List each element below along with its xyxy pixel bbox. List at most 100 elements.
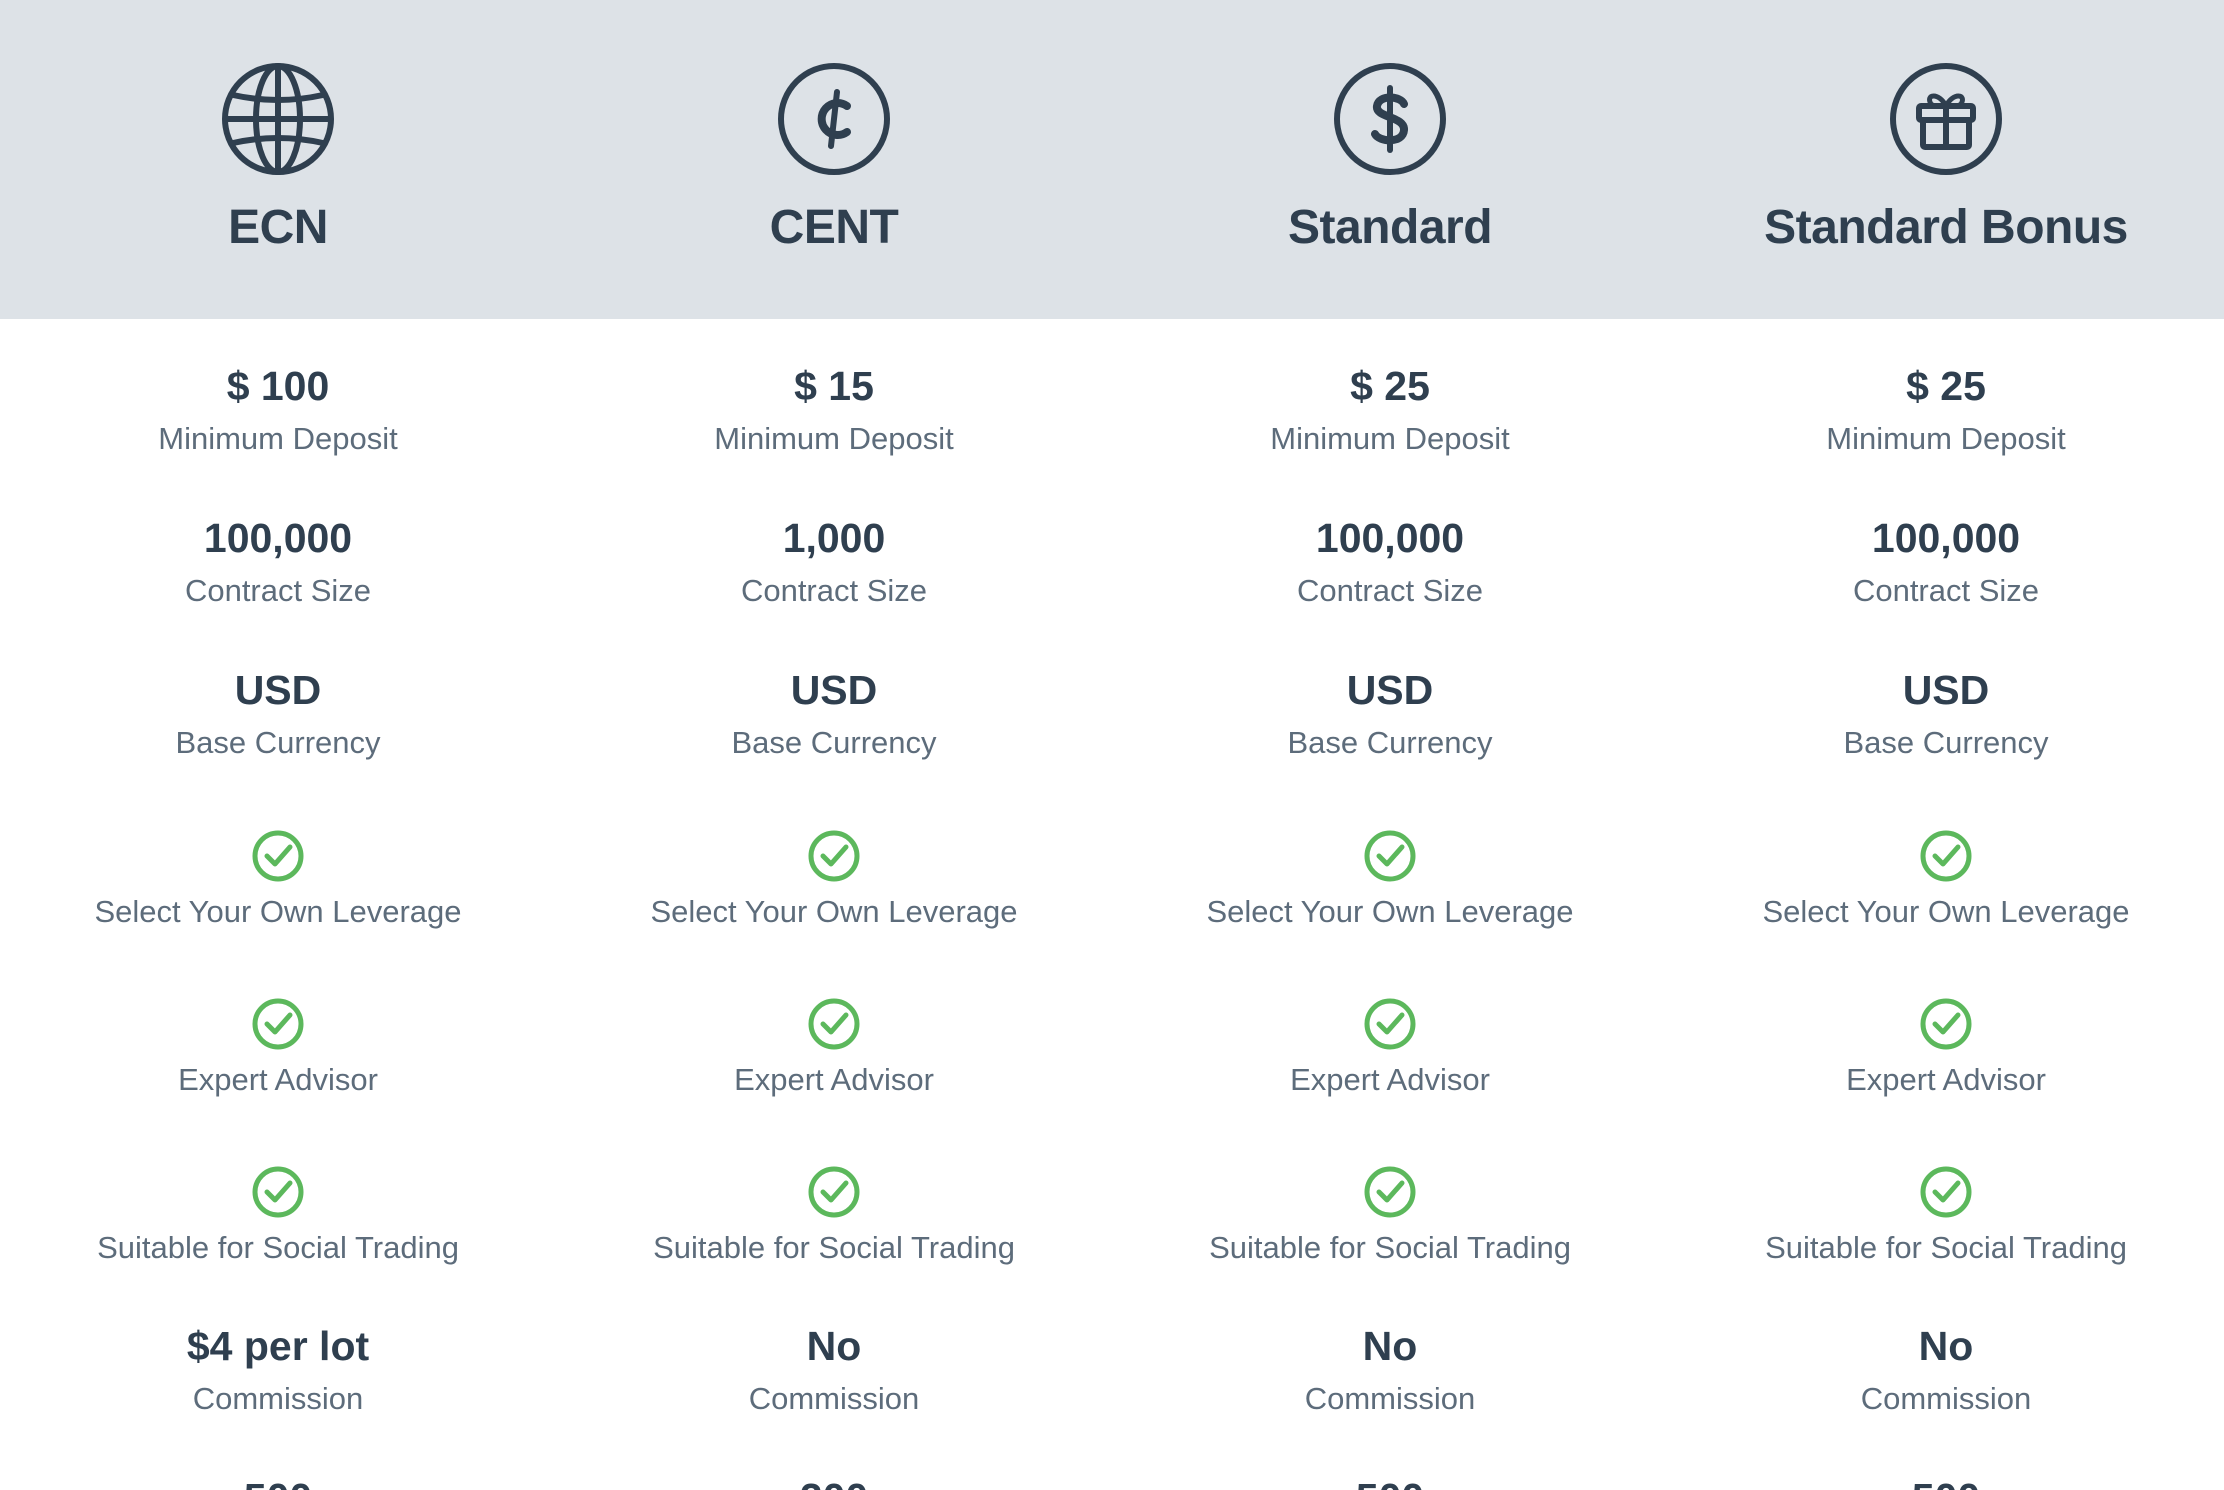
expert-advisor-label: Expert Advisor (1846, 1062, 2046, 1097)
base-currency-value: USD (1346, 667, 1434, 713)
check-circle-icon (1364, 998, 1416, 1050)
commission-value: No (1918, 1323, 1974, 1369)
base-currency-label: Base Currency (175, 725, 381, 760)
min-deposit-label: Minimum Deposit (714, 421, 954, 456)
contract-size-label: Contract Size (1296, 573, 1484, 608)
base-currency-value: USD (1902, 667, 1990, 713)
social-trading-label: Suitable for Social Trading (1209, 1230, 1571, 1265)
plan-header: Standard Bonus (1668, 0, 2224, 319)
commission-cell: No Commission (1668, 1322, 2224, 1419)
plan-column-standard-bonus: Standard Bonus $ 25 Minimum Deposit 100,… (1668, 0, 2224, 1490)
plan-name: Standard (1287, 201, 1493, 254)
min-deposit-label: Minimum Deposit (158, 421, 398, 456)
cent-icon (777, 62, 891, 176)
dollar-icon (1333, 62, 1447, 176)
min-deposit-value: $ 15 (794, 363, 874, 409)
social-trading-cell: Suitable for Social Trading (1668, 1165, 2224, 1268)
base-currency-cell: USD Base Currency (1668, 666, 2224, 763)
contract-size-cell: 100,000 Contract Size (1668, 514, 2224, 611)
check-circle-icon (252, 998, 304, 1050)
plan-column-ecn: ECN $ 100 Minimum Deposit 100,000 Contra… (0, 0, 556, 1490)
check-circle-icon (1364, 1166, 1416, 1218)
social-trading-label: Suitable for Social Trading (1765, 1230, 2127, 1265)
check-circle-icon (1920, 830, 1972, 882)
check-circle-icon (1920, 998, 1972, 1050)
gift-icon (1889, 62, 2003, 176)
contract-size-value: 100,000 (1871, 515, 2021, 561)
next-row-cell: 500 (1112, 1474, 1668, 1490)
plan-header: ECN (0, 0, 556, 319)
plan-column-cent: CENT $ 15 Minimum Deposit 1,000 Contract… (556, 0, 1112, 1490)
commission-cell: $4 per lot Commission (0, 1322, 556, 1419)
next-row-cell: 500 (0, 1474, 556, 1490)
commission-label: Commission (1304, 1381, 1476, 1416)
contract-size-cell: 100,000 Contract Size (0, 514, 556, 611)
next-row-value: 500 (1668, 1474, 2224, 1490)
commission-value: No (806, 1323, 862, 1369)
check-circle-icon (808, 1166, 860, 1218)
min-deposit-value: $ 25 (1350, 363, 1430, 409)
base-currency-cell: USD Base Currency (0, 666, 556, 763)
leverage-label: Select Your Own Leverage (650, 894, 1018, 929)
expert-advisor-label: Expert Advisor (178, 1062, 378, 1097)
plan-header: Standard (1112, 0, 1668, 319)
next-row-cell: 200 (556, 1474, 1112, 1490)
check-circle-icon (252, 830, 304, 882)
base-currency-label: Base Currency (1287, 725, 1493, 760)
expert-advisor-label: Expert Advisor (1290, 1062, 1490, 1097)
globe-icon (221, 62, 335, 176)
check-circle-icon (808, 830, 860, 882)
check-circle-icon (808, 998, 860, 1050)
leverage-cell: Select Your Own Leverage (1668, 829, 2224, 932)
min-deposit-cell: $ 25 Minimum Deposit (1112, 362, 1668, 459)
contract-size-label: Contract Size (740, 573, 928, 608)
check-circle-icon (1364, 830, 1416, 882)
contract-size-cell: 1,000 Contract Size (556, 514, 1112, 611)
social-trading-label: Suitable for Social Trading (97, 1230, 459, 1265)
contract-size-cell: 100,000 Contract Size (1112, 514, 1668, 611)
next-row-value: 500 (0, 1474, 556, 1490)
social-trading-cell: Suitable for Social Trading (556, 1165, 1112, 1268)
expert-advisor-cell: Expert Advisor (1668, 997, 2224, 1100)
leverage-label: Select Your Own Leverage (94, 894, 462, 929)
check-circle-icon (252, 1166, 304, 1218)
commission-cell: No Commission (556, 1322, 1112, 1419)
commission-value: No (1362, 1323, 1418, 1369)
next-row-value: 500 (1112, 1474, 1668, 1490)
commission-label: Commission (748, 1381, 920, 1416)
social-trading-cell: Suitable for Social Trading (1112, 1165, 1668, 1268)
base-currency-value: USD (790, 667, 878, 713)
social-trading-cell: Suitable for Social Trading (0, 1165, 556, 1268)
account-types-page: ECN $ 100 Minimum Deposit 100,000 Contra… (0, 0, 2224, 1490)
commission-label: Commission (1860, 1381, 2032, 1416)
contract-size-label: Contract Size (184, 573, 372, 608)
leverage-cell: Select Your Own Leverage (556, 829, 1112, 932)
min-deposit-cell: $ 25 Minimum Deposit (1668, 362, 2224, 459)
leverage-cell: Select Your Own Leverage (0, 829, 556, 932)
leverage-label: Select Your Own Leverage (1762, 894, 2130, 929)
plan-columns: ECN $ 100 Minimum Deposit 100,000 Contra… (0, 0, 2224, 1490)
check-circle-icon (1920, 1166, 1972, 1218)
min-deposit-cell: $ 15 Minimum Deposit (556, 362, 1112, 459)
contract-size-label: Contract Size (1852, 573, 2040, 608)
contract-size-value: 1,000 (782, 515, 886, 561)
base-currency-label: Base Currency (731, 725, 937, 760)
expert-advisor-label: Expert Advisor (734, 1062, 934, 1097)
expert-advisor-cell: Expert Advisor (1112, 997, 1668, 1100)
commission-label: Commission (192, 1381, 364, 1416)
min-deposit-value: $ 25 (1906, 363, 1986, 409)
base-currency-cell: USD Base Currency (1112, 666, 1668, 763)
min-deposit-value: $ 100 (226, 363, 330, 409)
plan-name: Standard Bonus (1764, 201, 2128, 254)
min-deposit-label: Minimum Deposit (1270, 421, 1510, 456)
expert-advisor-cell: Expert Advisor (556, 997, 1112, 1100)
plan-name: CENT (769, 201, 899, 254)
plan-column-standard: Standard $ 25 Minimum Deposit 100,000 Co… (1112, 0, 1668, 1490)
next-row-cell: 500 (1668, 1474, 2224, 1490)
commission-value: $4 per lot (186, 1323, 370, 1369)
base-currency-label: Base Currency (1843, 725, 2049, 760)
min-deposit-cell: $ 100 Minimum Deposit (0, 362, 556, 459)
leverage-label: Select Your Own Leverage (1206, 894, 1574, 929)
base-currency-value: USD (234, 667, 322, 713)
contract-size-value: 100,000 (203, 515, 353, 561)
